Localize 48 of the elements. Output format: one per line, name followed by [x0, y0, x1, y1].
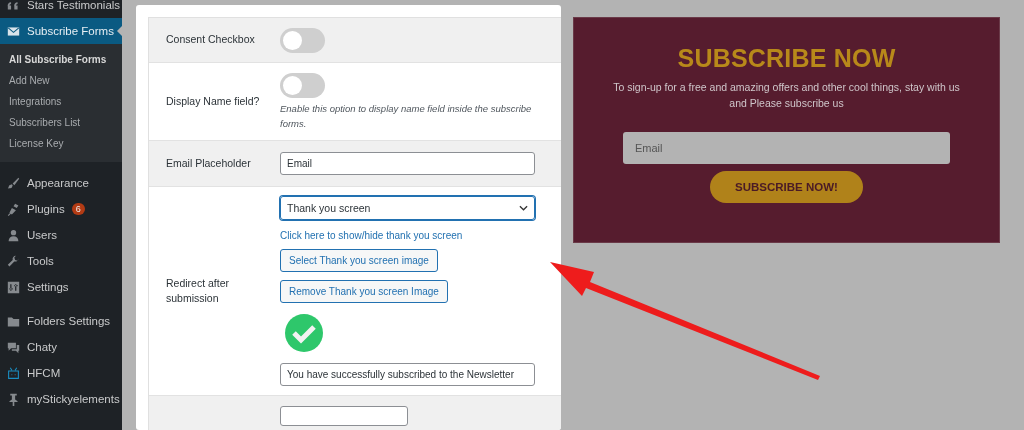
preview-text: To sign-up for a free and amazing offers and other cool things, stay with us and Please subscribe us: [612, 80, 961, 112]
folder-icon: [7, 314, 20, 328]
sidebar-item[interactable]: Appearance: [0, 170, 122, 196]
plug-icon: [7, 202, 20, 216]
submenu-item[interactable]: Integrations: [0, 91, 122, 112]
setting-label: Redirect after submission: [165, 276, 231, 307]
submenu-item[interactable]: Subscribers List: [0, 112, 122, 133]
sidebar-item[interactable]: Tools: [0, 248, 122, 274]
placeholder-input[interactable]: Email: [280, 152, 535, 176]
sliders-icon: [7, 280, 20, 294]
help-text: Enable this option to display name field inside the subscribe forms.: [280, 102, 533, 132]
redirect-select[interactable]: Thank you screen: [280, 196, 535, 221]
update-count-badge: 6: [71, 203, 85, 215]
pin-icon: [7, 392, 20, 406]
submenu-item[interactable]: All Subscribe Forms: [0, 49, 122, 70]
sidebar-item[interactable]: Folders Settings: [0, 308, 122, 334]
user-icon: [7, 228, 20, 242]
setting-label: Email Placeholder: [165, 156, 252, 172]
image-button[interactable]: Remove Thank you screen Image: [280, 280, 448, 304]
toggle-link[interactable]: Click here to show/hide thank you screen: [280, 230, 463, 242]
sidebar-item[interactable]: Settings: [0, 274, 122, 300]
wrench-icon: [7, 254, 20, 268]
mail-icon: [7, 24, 20, 38]
toggle-switch[interactable]: [280, 28, 325, 53]
chevron-down-icon: [519, 205, 528, 212]
setting-label: Display Name field?: [165, 94, 261, 110]
message-input[interactable]: You have successfully subscribed to the Newsletter: [280, 363, 535, 387]
sidebar-item[interactable]: Users: [0, 222, 122, 248]
sidebar-item[interactable]: Subscribe Forms: [0, 18, 122, 44]
input-field[interactable]: [280, 406, 408, 427]
sidebar-item[interactable]: HFCM: [0, 360, 122, 386]
sidebar-item[interactable]: Stars Testimonials: [0, 0, 122, 18]
quote-icon: [7, 0, 20, 12]
image-button[interactable]: Select Thank you screen image: [280, 249, 438, 273]
sidebar-item[interactable]: Plugins 6: [0, 196, 122, 222]
setting-label: Consent Checkbox: [165, 32, 256, 48]
robot-icon: [7, 366, 20, 380]
sidebar-item[interactable]: Chaty: [0, 334, 122, 360]
email-input[interactable]: Email: [623, 131, 950, 164]
subscribe-button[interactable]: SUBSCRIBE NOW!: [710, 170, 863, 203]
preview-title: SUBSCRIBE NOW: [677, 44, 896, 73]
submenu-item[interactable]: License Key: [0, 133, 122, 154]
brush-icon: [7, 176, 20, 190]
submenu-item[interactable]: Add New: [0, 70, 122, 91]
chat-icon: [7, 340, 20, 354]
checkmark-icon: [284, 313, 324, 354]
toggle-switch[interactable]: [280, 73, 325, 98]
sidebar-item[interactable]: myStickyelements: [0, 386, 122, 412]
